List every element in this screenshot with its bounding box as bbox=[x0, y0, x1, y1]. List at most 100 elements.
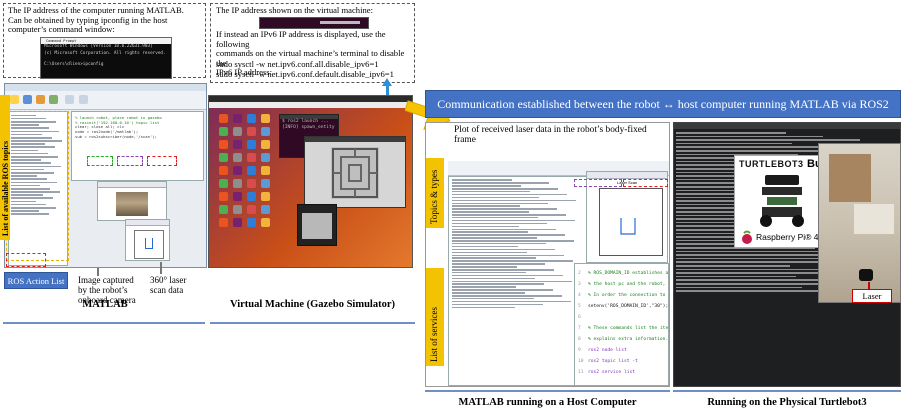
text-line-placeholder bbox=[676, 135, 823, 138]
text-line-placeholder bbox=[452, 216, 538, 219]
app-icon[interactable] bbox=[247, 179, 256, 188]
text-line-placeholder bbox=[452, 266, 517, 268]
vm-ip-callout: The IP address shown on the virtual mach… bbox=[210, 3, 415, 83]
ip-matlab-callout: The IP address of the computer running M… bbox=[3, 3, 206, 79]
text-line-placeholder bbox=[676, 275, 796, 278]
app-icon[interactable] bbox=[219, 127, 228, 136]
vm-gazebo-screen: $ ros2 launch ... [INFO] spawn_entity bbox=[208, 95, 413, 268]
section-title-matlab: MATLAB bbox=[82, 299, 128, 310]
code-line-text: ros2 topic list -t bbox=[588, 359, 638, 364]
room-photo bbox=[818, 143, 901, 303]
app-icon[interactable] bbox=[233, 218, 242, 227]
text-line-placeholder bbox=[676, 142, 792, 145]
app-icon[interactable] bbox=[219, 218, 228, 227]
app-icon[interactable] bbox=[219, 114, 228, 123]
gazebo-maze bbox=[331, 147, 379, 199]
app-icon[interactable] bbox=[261, 166, 270, 175]
app-icon[interactable] bbox=[219, 205, 228, 214]
highlight-red-box bbox=[147, 156, 177, 166]
laser-scan-points bbox=[620, 218, 636, 235]
app-icon[interactable] bbox=[247, 166, 256, 175]
vm-ip-arrowhead bbox=[382, 78, 392, 86]
text-line-placeholder bbox=[676, 268, 827, 271]
app-icon[interactable] bbox=[247, 153, 256, 162]
app-icon[interactable] bbox=[219, 166, 228, 175]
section-underline-matlab bbox=[3, 322, 205, 324]
host-code-editor: 2% ROS_DOMAIN_ID establishes a 3% the hos… bbox=[574, 263, 669, 386]
text-line-placeholder bbox=[452, 257, 536, 259]
app-icon[interactable] bbox=[261, 114, 270, 123]
text-line-placeholder bbox=[452, 242, 546, 245]
cmd-line-3: C:\Users\dlien>ipconfig bbox=[44, 62, 104, 68]
code-line: 5 setenv('ROS_DOMAIN_ID',"30"); bbox=[578, 304, 669, 309]
text-line-placeholder bbox=[452, 289, 553, 291]
app-icon[interactable] bbox=[247, 192, 256, 201]
ros-action-list-badge: ROS Action List bbox=[4, 272, 68, 289]
text-line-placeholder bbox=[452, 269, 554, 271]
laser-tag: Laser bbox=[852, 289, 892, 303]
app-icon[interactable] bbox=[233, 153, 242, 162]
app-icon[interactable] bbox=[261, 192, 270, 201]
app-icon[interactable] bbox=[261, 205, 270, 214]
cmd-window-title: Command Prompt bbox=[46, 39, 77, 43]
app-icon[interactable] bbox=[261, 140, 270, 149]
text-line-placeholder bbox=[452, 292, 525, 294]
text-line-placeholder bbox=[452, 271, 526, 274]
ip-matlab-note: The IP address of the computer running M… bbox=[8, 5, 184, 35]
app-icon[interactable] bbox=[233, 205, 242, 214]
text-line-placeholder bbox=[452, 234, 565, 236]
text-line-placeholder bbox=[452, 214, 566, 216]
gazebo-camera-window bbox=[297, 204, 337, 246]
text-line-placeholder bbox=[452, 190, 530, 193]
code-line-text: % These commands list the items a bbox=[588, 326, 669, 331]
vm-terminal-snippet bbox=[259, 17, 369, 29]
code-line: 10 ros2 topic list -t bbox=[578, 359, 638, 364]
highlight-purple-box bbox=[117, 156, 143, 166]
text-line-placeholder bbox=[452, 205, 520, 207]
section-title-vm: Virtual Machine (Gazebo Simulator) bbox=[230, 299, 395, 310]
app-icon[interactable] bbox=[233, 166, 242, 175]
code-line-text: % the host pc and the robot, the sa bbox=[588, 282, 668, 287]
app-icon[interactable] bbox=[233, 140, 242, 149]
code-line: 4% In order the connection to be esta bbox=[575, 290, 668, 301]
app-icon[interactable] bbox=[261, 153, 270, 162]
code-line: 6 bbox=[578, 315, 581, 320]
ros-action-list-marker bbox=[6, 253, 46, 267]
text-line-placeholder bbox=[452, 240, 574, 242]
app-icon[interactable] bbox=[247, 114, 256, 123]
laser-figure-small bbox=[125, 219, 170, 261]
app-icon[interactable] bbox=[219, 179, 228, 188]
app-icon[interactable] bbox=[219, 192, 228, 201]
matlab-command-window: % launch robot, place robot in gazebo % … bbox=[71, 111, 204, 181]
comm-banner-text: Communication established between the ro… bbox=[437, 96, 889, 111]
laser-caption-arrow bbox=[160, 262, 162, 274]
app-icon[interactable] bbox=[233, 127, 242, 136]
text-line-placeholder bbox=[452, 199, 576, 202]
text-line-placeholder bbox=[676, 279, 833, 281]
app-icon[interactable] bbox=[233, 192, 242, 201]
camera-image bbox=[116, 192, 148, 216]
app-icon[interactable] bbox=[233, 179, 242, 188]
app-icon[interactable] bbox=[261, 218, 270, 227]
app-icon[interactable] bbox=[261, 127, 270, 136]
text-line-placeholder bbox=[676, 290, 839, 292]
app-icon[interactable] bbox=[219, 153, 228, 162]
ros-action-list-label: ROS Action List bbox=[7, 275, 65, 286]
code-line-text: ros2 node list bbox=[588, 348, 627, 353]
text-line-placeholder bbox=[452, 280, 572, 283]
gazebo-window bbox=[304, 136, 406, 208]
laser-tag-label: Laser bbox=[862, 291, 882, 301]
app-icon[interactable] bbox=[247, 140, 256, 149]
highlight-topics-box bbox=[6, 111, 69, 261]
app-icon[interactable] bbox=[233, 114, 242, 123]
section-underline-vm bbox=[210, 322, 415, 324]
text-line-placeholder bbox=[452, 185, 521, 187]
host-matlab-screen: Plot of received laser data in the robot… bbox=[425, 122, 670, 387]
app-icon[interactable] bbox=[247, 127, 256, 136]
app-icon[interactable] bbox=[261, 179, 270, 188]
app-icon[interactable] bbox=[247, 218, 256, 227]
turtlebot-brand: TURTLEBOT bbox=[739, 159, 798, 169]
app-icon[interactable] bbox=[219, 140, 228, 149]
text-line-placeholder bbox=[452, 263, 545, 265]
app-icon[interactable] bbox=[247, 205, 256, 214]
